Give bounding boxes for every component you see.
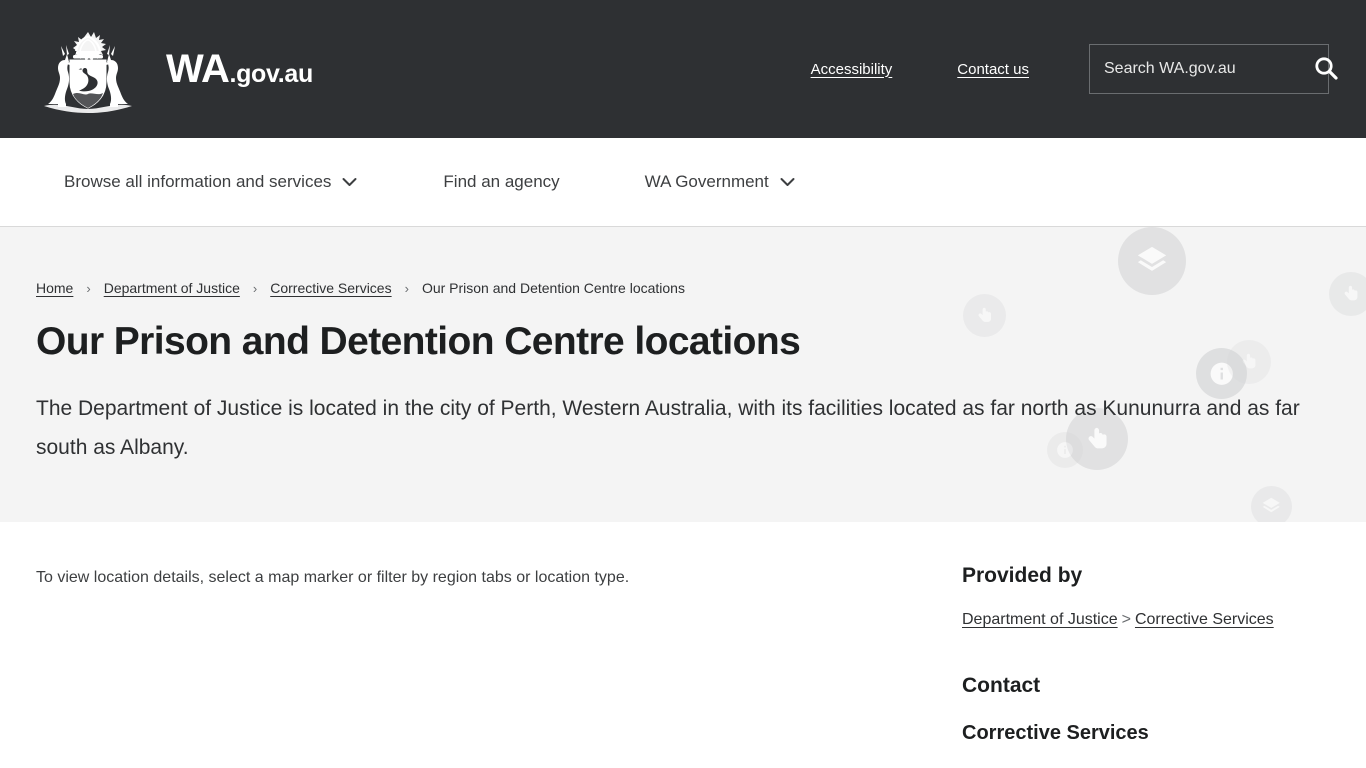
breadcrumb-link[interactable]: Department of Justice — [104, 280, 240, 296]
breadcrumb: Home › Department of Justice › Corrective Se… — [36, 280, 1330, 296]
breadcrumb-separator: › — [252, 280, 258, 296]
chevron-down-icon — [780, 177, 795, 187]
breadcrumb-link[interactable]: Home — [36, 280, 73, 296]
nav-label-browse-all: Browse all information and services — [64, 172, 332, 191]
nav-label-find-an-agency: Find an agency — [443, 172, 560, 191]
search-input[interactable] — [1104, 60, 1311, 78]
breadcrumb-current: Our Prison and Detention Centre location… — [421, 280, 685, 296]
page-lede: The Department of Justice is located in … — [36, 397, 1300, 460]
nav-item-find-an-agency[interactable]: Find an agency — [443, 172, 559, 192]
nav-item-wa-government[interactable]: WA Government — [645, 172, 795, 192]
breadcrumb-link[interactable]: Corrective Services — [270, 280, 391, 296]
provider-separator: > — [1121, 611, 1131, 628]
provider-line: Department of Justice > Corrective Service… — [962, 608, 1330, 632]
nav-label-wa-government: WA Government — [644, 172, 769, 191]
contact-org-name: Corrective Services — [962, 722, 1149, 744]
page-hero: Home › Department of Justice › Corrective Se… — [0, 227, 1366, 522]
accessibility-link[interactable]: Accessibility — [811, 61, 893, 78]
search-icon — [1313, 55, 1339, 84]
site-header: WA .gov.au Accessibility Contact us — [0, 0, 1366, 138]
wordmark-govau: .gov.au — [229, 60, 313, 88]
sidebar: Provided by Department of Justice > Correc… — [931, 522, 1330, 768]
breadcrumb-separator: › — [404, 280, 409, 296]
page-title: Our Prison and Detention Centre location… — [36, 320, 801, 363]
contact-details-cutoff — [962, 759, 1330, 768]
search-box[interactable] — [1089, 44, 1338, 94]
provider-primary-link[interactable]: Department of Justice — [962, 611, 1118, 628]
page-content: To view location details, select a map m… — [0, 522, 1366, 768]
contact-heading: Contact — [962, 674, 1041, 697]
provided-by-heading: Provided by — [962, 564, 1083, 587]
breadcrumb-separator: › — [86, 280, 91, 296]
wordmark-wa: WA — [166, 47, 230, 91]
wa-coat-of-arms-icon — [36, 24, 140, 114]
site-logo[interactable]: WA .gov.au — [36, 24, 313, 114]
site-wordmark: WA .gov.au — [166, 49, 313, 89]
search-button[interactable] — [1311, 55, 1341, 84]
provider-secondary-link[interactable]: Corrective Services — [1135, 611, 1274, 628]
layers-icon — [1251, 486, 1292, 522]
nav-item-browse-all[interactable]: Browse all information and services — [64, 172, 357, 192]
main-column: To view location details, select a map m… — [36, 522, 931, 768]
map-helper-text: To view location details, select a map m… — [36, 569, 630, 586]
main-navigation: Browse all information and services Find… — [0, 138, 1366, 227]
header-utility-area: Accessibility Contact us — [811, 44, 1338, 94]
chevron-down-icon — [342, 177, 357, 187]
contact-us-link[interactable]: Contact us — [957, 61, 1029, 78]
